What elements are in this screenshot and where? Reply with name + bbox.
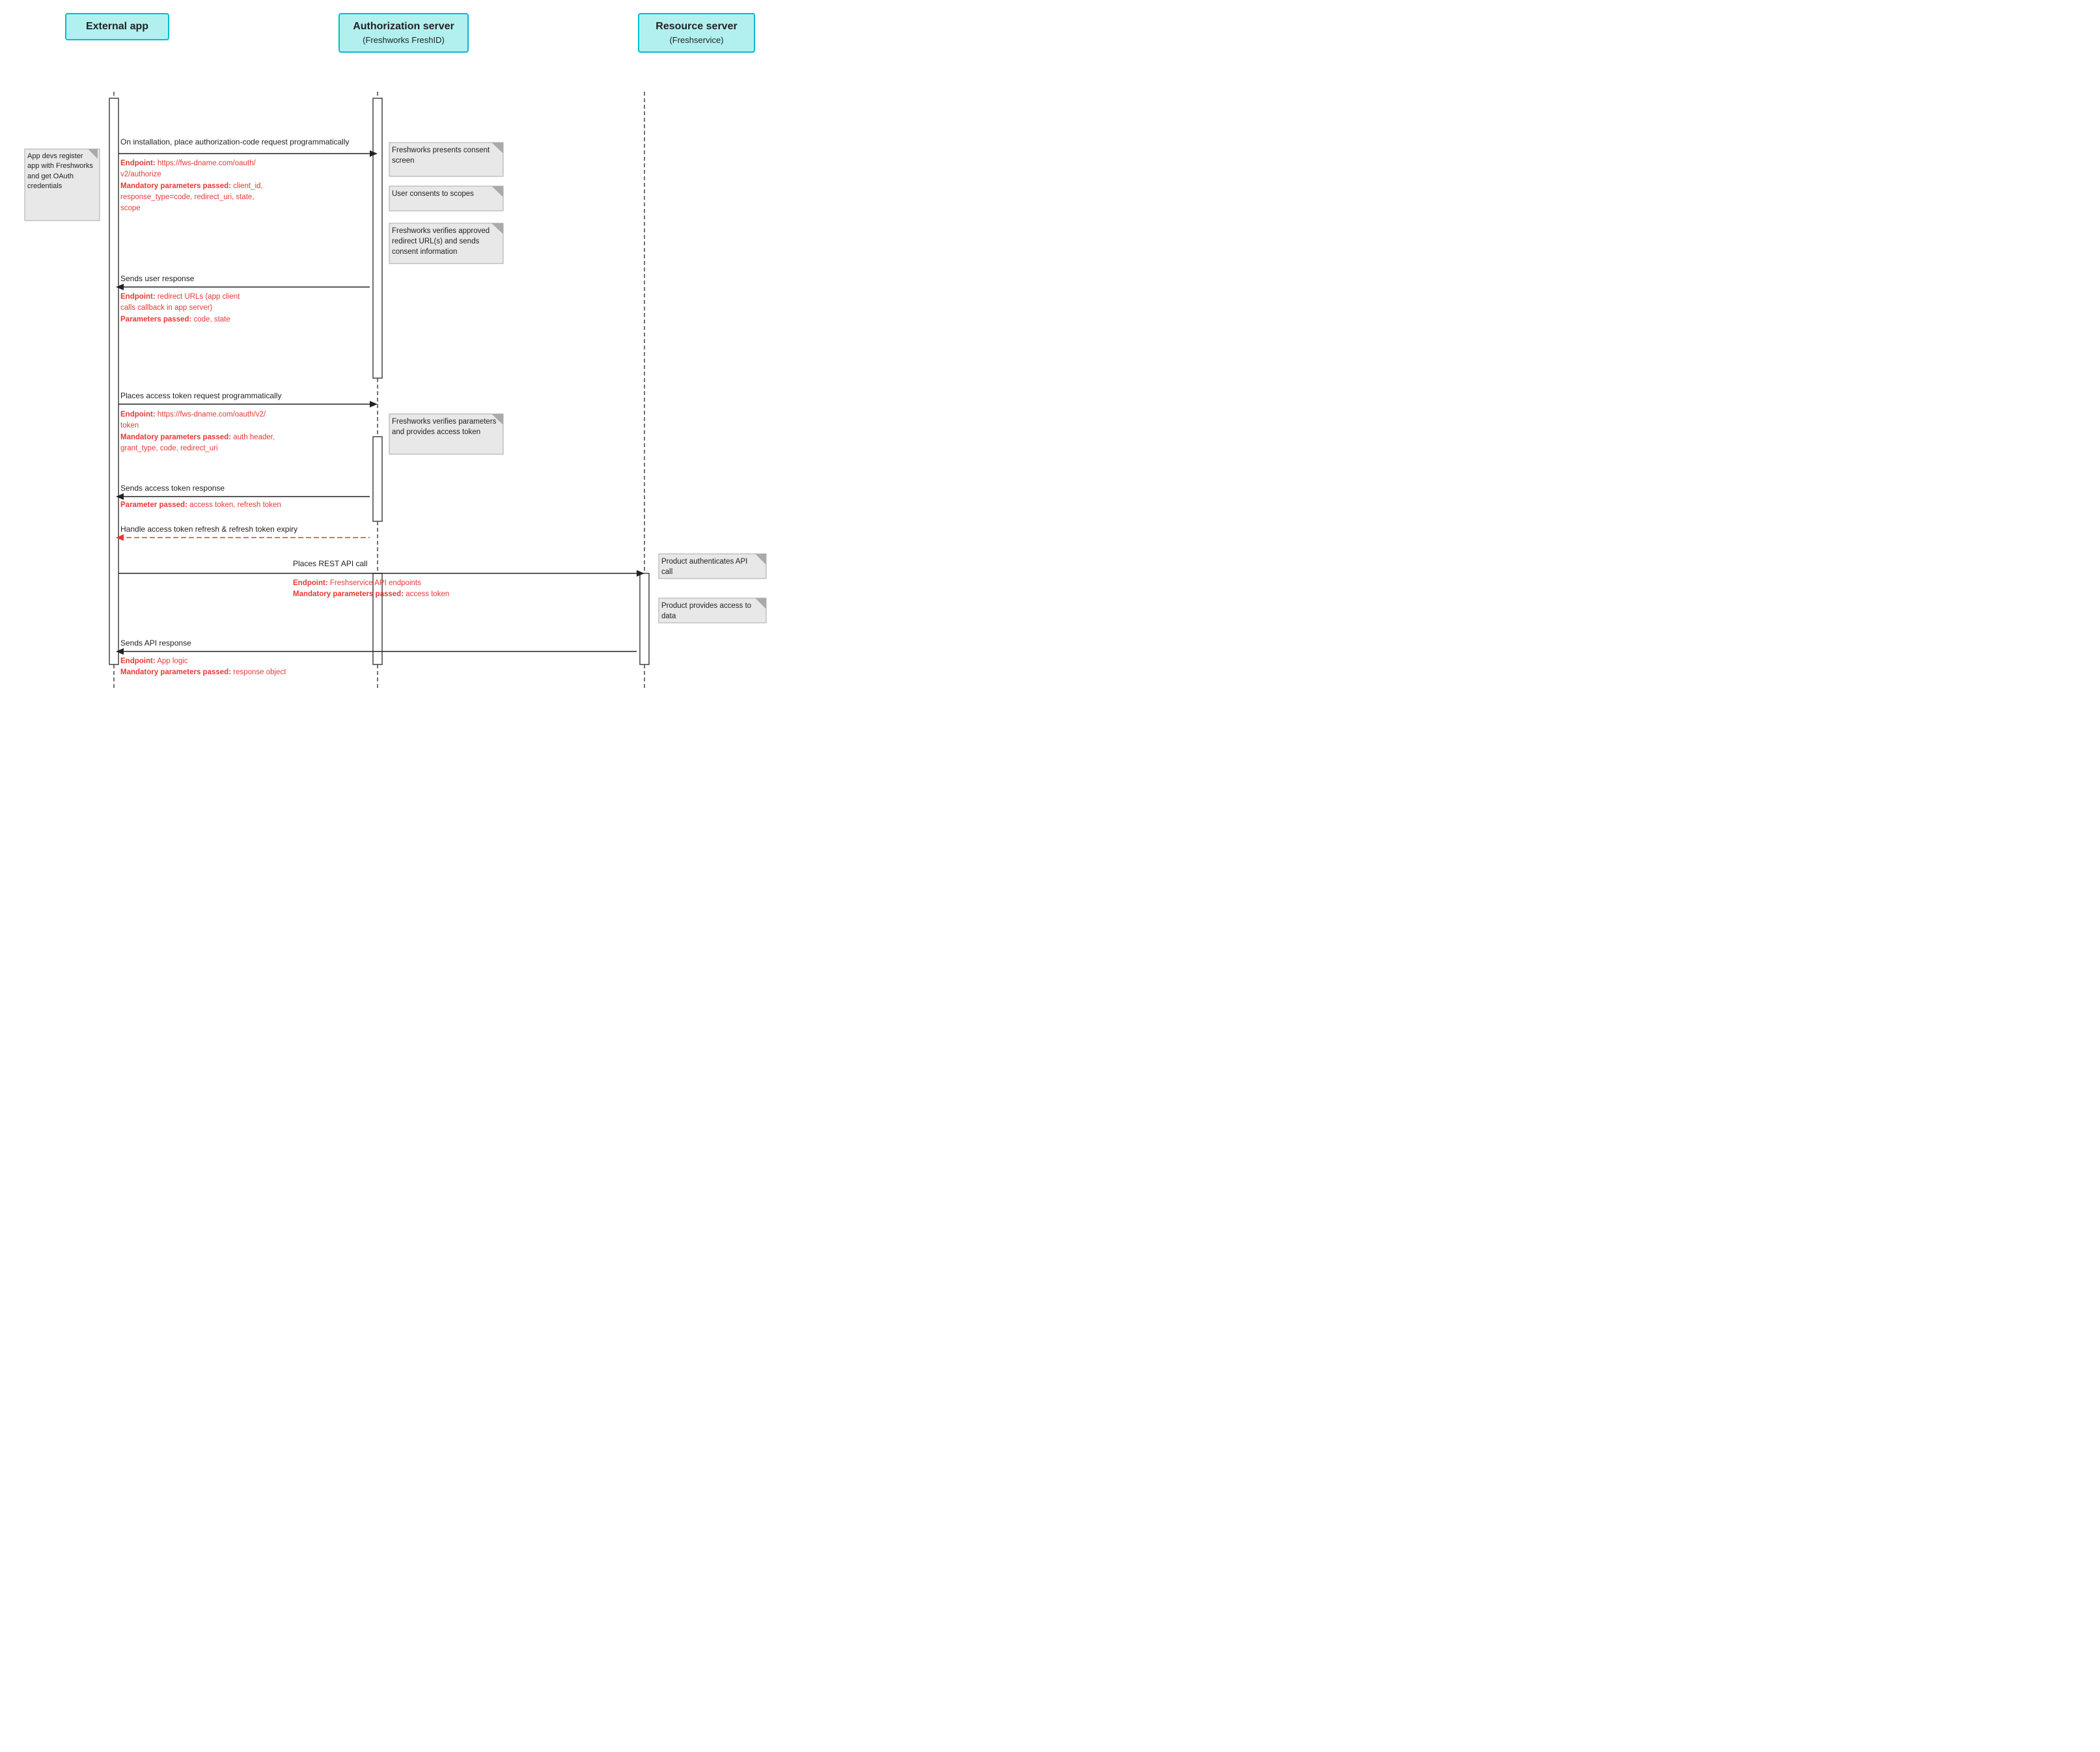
note-register: App devs register app with Freshworks an… xyxy=(27,152,96,192)
msg3-label: Places access token request programmatic… xyxy=(120,391,368,400)
msg7-detail: Endpoint: App logic Mandatory parameters… xyxy=(120,656,381,679)
msg3-detail: Endpoint: https://fws-dname.com/oauth/v2… xyxy=(120,409,342,454)
actor-external-app-title: External app xyxy=(79,21,155,33)
msg2-label: Sends user response xyxy=(120,274,251,283)
msg6-label: Places REST API call xyxy=(293,559,475,568)
actor-resource-server-subtitle: (Freshservice) xyxy=(652,35,741,45)
actor-external-app: External app xyxy=(65,13,169,40)
msg4-label: Sends access token response xyxy=(120,484,303,493)
note-verifies-params: Freshworks verifies parameters and provi… xyxy=(392,417,499,437)
msg6-detail: Endpoint: Freshservice API endpoints Man… xyxy=(293,578,553,601)
actor-resource-server-title: Resource server xyxy=(652,21,741,33)
actor-auth-server: Authorization server (Freshworks FreshID… xyxy=(338,13,469,53)
diagram-svg: App devs register app with Freshworks an… xyxy=(13,53,768,717)
note-authenticates: Product authenticates API call xyxy=(661,556,760,577)
note-verifies-redirect: Freshworks verifies approved redirect UR… xyxy=(392,226,499,257)
msg4-detail: Parameter passed: access token, refresh … xyxy=(120,501,368,509)
note-user-consents: User consents to scopes xyxy=(392,189,499,199)
diagram-container: External app Authorization server (Fresh… xyxy=(0,0,781,730)
msg7-label: Sends API response xyxy=(120,638,283,648)
msg5-label: Handle access token refresh & refresh to… xyxy=(120,525,381,534)
note-consent-screen: Freshworks presents consent screen xyxy=(392,145,499,166)
actor-auth-server-title: Authorization server xyxy=(353,21,454,33)
note-provides-access: Product provides access to data xyxy=(661,601,760,622)
actor-auth-server-subtitle: (Freshworks FreshID) xyxy=(353,35,454,45)
msg2-detail: Endpoint: redirect URLs (app clientcalls… xyxy=(120,292,348,325)
actor-resource-server: Resource server (Freshservice) xyxy=(638,13,755,53)
msg1-detail: Endpoint: https://fws-dname.com/oauth/v2… xyxy=(120,158,348,214)
msg1-label: On installation, place authorization-cod… xyxy=(120,137,368,146)
